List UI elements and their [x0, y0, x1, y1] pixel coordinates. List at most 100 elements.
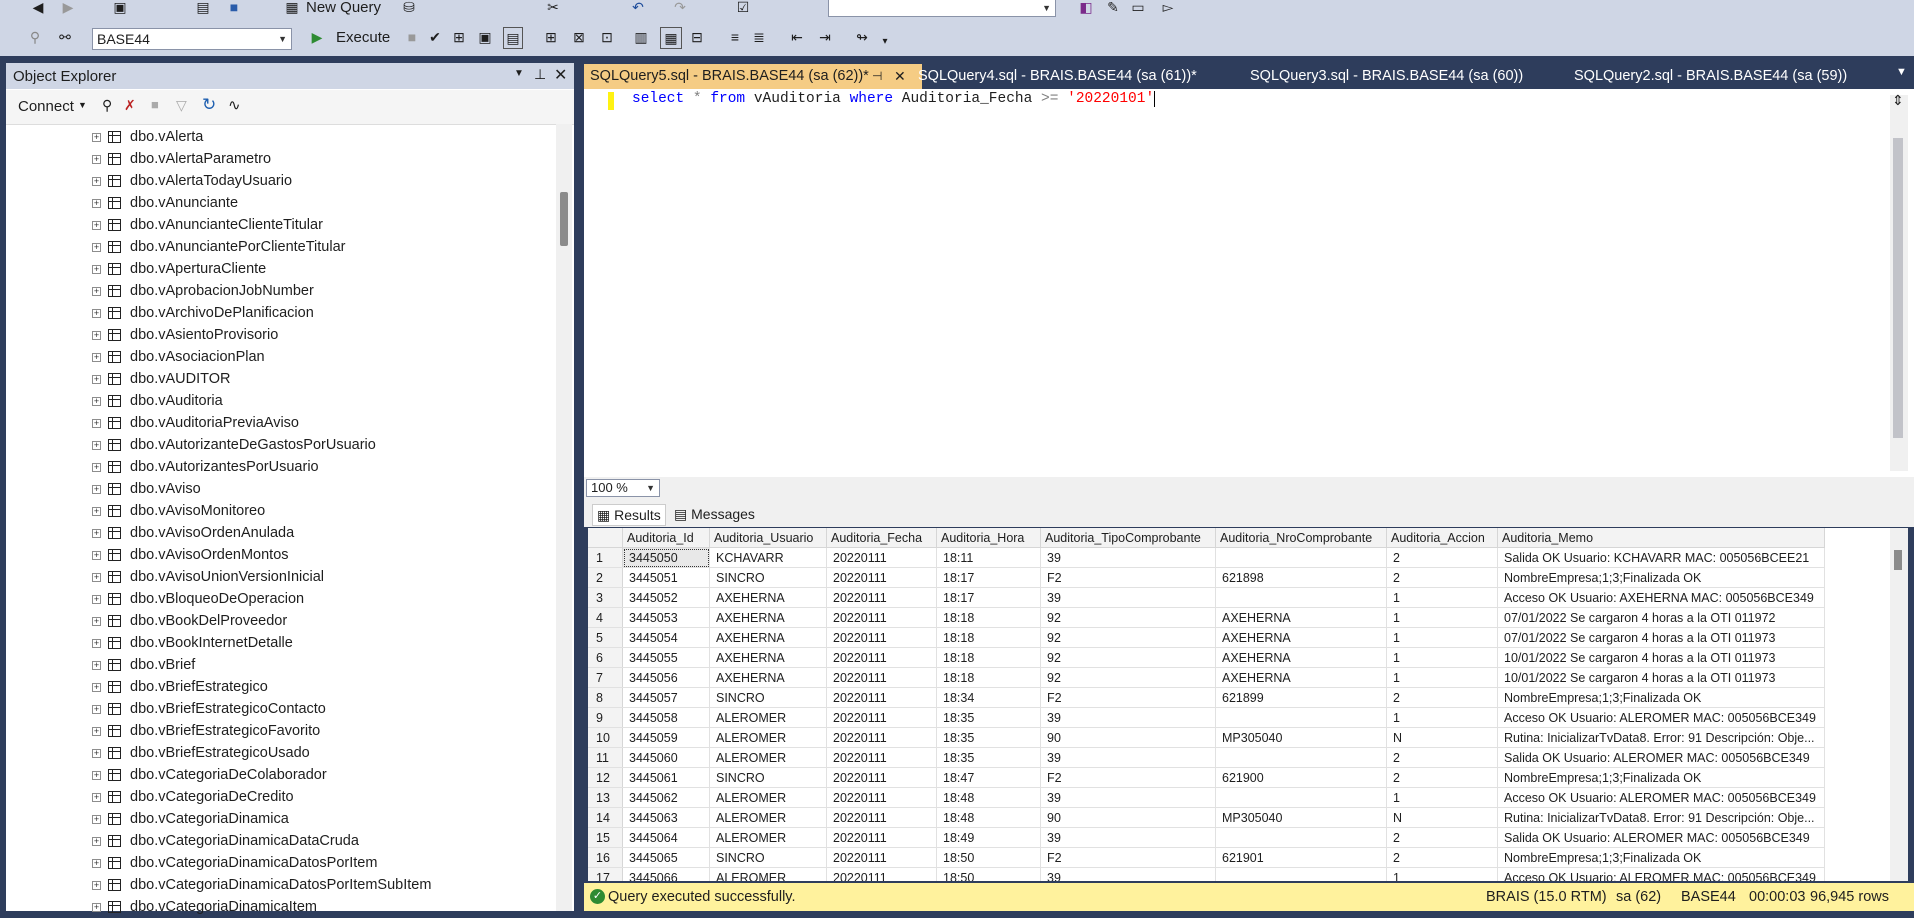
tree-item[interactable]: + dbo.vAuditoriaPreviaAviso: [92, 412, 299, 434]
tab-messages[interactable]: ▤ Messages: [670, 504, 759, 524]
expand-icon[interactable]: +: [92, 352, 101, 362]
query-editor[interactable]: [584, 89, 1914, 477]
table-cell[interactable]: AXEHERNA: [1215, 607, 1387, 628]
table-cell[interactable]: 90: [1040, 807, 1216, 828]
tab-sqlquery5[interactable]: SQLQuery5.sql - BRAIS.BASE44 (sa (62))* …: [584, 64, 922, 89]
toolbox-icon[interactable]: ▭: [1130, 0, 1146, 15]
expand-icon[interactable]: +: [92, 330, 101, 340]
table-cell[interactable]: 3445062: [622, 787, 710, 808]
tree-item[interactable]: + dbo.vAnunciantePorClienteTitular: [92, 236, 345, 258]
expand-icon[interactable]: +: [92, 902, 101, 912]
connect-icon[interactable]: ⚲: [28, 29, 42, 45]
tab-overflow-icon[interactable]: ▼: [1896, 66, 1907, 78]
tree-item[interactable]: + dbo.vAsientoProvisorio: [92, 324, 278, 346]
table-cell[interactable]: F2: [1040, 847, 1216, 868]
database-selector[interactable]: BASE44 ▼: [92, 28, 292, 50]
connect-dropdown-icon[interactable]: ▼: [78, 100, 87, 110]
comment-icon[interactable]: ≡: [728, 29, 742, 45]
table-cell[interactable]: 39: [1040, 787, 1216, 808]
results-scroll-thumb[interactable]: [1894, 550, 1902, 570]
table-cell[interactable]: 18:35: [936, 747, 1041, 768]
expand-icon[interactable]: +: [92, 440, 101, 450]
tree-item[interactable]: + dbo.vCategoriaDinamicaItem: [92, 896, 317, 918]
table-cell[interactable]: 18:17: [936, 567, 1041, 588]
table-cell[interactable]: 18:18: [936, 667, 1041, 688]
new-project-icon[interactable]: ▣: [112, 0, 128, 15]
table-row[interactable]: 10 3445059 ALEROMER 20220111 18:35 90 MP305040…: [588, 727, 1825, 748]
table-cell[interactable]: 2: [1386, 747, 1498, 768]
table-row[interactable]: 15 3445064 ALEROMER 20220111 18:49 39 2 Salida …: [588, 827, 1825, 848]
expand-icon[interactable]: +: [92, 550, 101, 560]
new-query-icon[interactable]: ▦: [284, 0, 300, 15]
expand-icon[interactable]: +: [92, 704, 101, 714]
table-cell[interactable]: 3445058: [622, 707, 710, 728]
table-cell[interactable]: 2: [1386, 567, 1498, 588]
query-text[interactable]: select * from vAuditoria where Auditoria…: [632, 91, 1156, 107]
close-tab-icon[interactable]: ✕: [894, 64, 906, 89]
table-cell[interactable]: 18:35: [936, 707, 1041, 728]
stop-icon[interactable]: ■: [151, 97, 159, 112]
table-cell[interactable]: 18:48: [936, 787, 1041, 808]
tree-item[interactable]: + dbo.vAlerta: [92, 126, 203, 148]
expand-icon[interactable]: +: [92, 242, 101, 252]
table-cell[interactable]: N: [1386, 807, 1498, 828]
table-cell[interactable]: AXEHERNA: [709, 667, 827, 688]
zoom-selector[interactable]: 100 % ▼: [586, 479, 660, 497]
table-cell[interactable]: Rutina: InicializarTvData8. Error: 91 De…: [1497, 727, 1825, 748]
table-cell[interactable]: 10/01/2022 Se cargaron 4 horas a la OTI …: [1497, 647, 1825, 668]
table-cell[interactable]: AXEHERNA: [709, 607, 827, 628]
estimated-plan-icon[interactable]: ⊞: [452, 29, 466, 45]
table-cell[interactable]: ALEROMER: [709, 827, 827, 848]
table-cell[interactable]: Rutina: InicializarTvData8. Error: 91 De…: [1497, 807, 1825, 828]
table-cell[interactable]: ALEROMER: [709, 807, 827, 828]
table-row[interactable]: 16 3445065 SINCRO 20220111 18:50 F2 621901 2 Nom…: [588, 847, 1825, 868]
table-cell[interactable]: AXEHERNA: [1215, 627, 1387, 648]
expand-icon[interactable]: +: [92, 286, 101, 296]
expand-icon[interactable]: +: [92, 198, 101, 208]
tree-item[interactable]: + dbo.vCategoriaDinamica: [92, 808, 289, 830]
column-header[interactable]: Auditoria_Memo: [1497, 528, 1825, 548]
tree-item[interactable]: + dbo.vAlertaParametro: [92, 148, 271, 170]
table-cell[interactable]: 1: [1386, 607, 1498, 628]
table-row[interactable]: 14 3445063 ALEROMER 20220111 18:48 90 MP305040…: [588, 807, 1825, 828]
table-cell[interactable]: MP305040: [1215, 807, 1387, 828]
expand-icon[interactable]: +: [92, 264, 101, 274]
expand-icon[interactable]: +: [92, 638, 101, 648]
filter-icon[interactable]: ▽: [176, 97, 187, 114]
table-cell[interactable]: 18:47: [936, 767, 1041, 788]
pin-icon[interactable]: ⊥: [534, 66, 546, 83]
tree-item[interactable]: + dbo.vBloqueoDeOperacion: [92, 588, 304, 610]
expand-icon[interactable]: +: [92, 132, 101, 142]
table-cell[interactable]: [1215, 547, 1387, 568]
results-to-text-icon[interactable]: ▥: [634, 29, 648, 45]
include-plan-icon[interactable]: ⊞: [544, 29, 558, 45]
table-cell[interactable]: SINCRO: [709, 567, 827, 588]
table-cell[interactable]: 39: [1040, 547, 1216, 568]
uncomment-icon[interactable]: ≣: [752, 29, 766, 45]
table-cell[interactable]: ALEROMER: [709, 707, 827, 728]
table-cell[interactable]: 20220111: [826, 567, 937, 588]
table-cell[interactable]: 20220111: [826, 647, 937, 668]
table-row[interactable]: 12 3445061 SINCRO 20220111 18:47 F2 621900 2 Nom…: [588, 767, 1825, 788]
editor-scroll-thumb[interactable]: [1893, 138, 1903, 438]
wrench-icon[interactable]: ✎: [1105, 0, 1121, 15]
tree-item[interactable]: + dbo.vAnuncianteClienteTitular: [92, 214, 323, 236]
table-cell[interactable]: 10/01/2022 Se cargaron 4 horas a la OTI …: [1497, 667, 1825, 688]
table-cell[interactable]: ALEROMER: [709, 727, 827, 748]
table-cell[interactable]: Acceso OK Usuario: AXEHERNA MAC: 005056B…: [1497, 587, 1825, 608]
table-cell[interactable]: 18:49: [936, 827, 1041, 848]
table-cell[interactable]: 20220111: [826, 867, 937, 881]
tree-item[interactable]: + dbo.vBookInternetDetalle: [92, 632, 293, 654]
tree-item[interactable]: + dbo.vAvisoOrdenAnulada: [92, 522, 294, 544]
table-cell[interactable]: 39: [1040, 587, 1216, 608]
table-cell[interactable]: AXEHERNA: [709, 587, 827, 608]
column-header[interactable]: Auditoria_Id: [622, 528, 710, 548]
close-icon[interactable]: ✕: [554, 65, 567, 85]
table-cell[interactable]: 3445055: [622, 647, 710, 668]
table-cell[interactable]: 20220111: [826, 827, 937, 848]
table-row[interactable]: 7 3445056 AXEHERNA 20220111 18:18 92 AXEHERNA 1…: [588, 667, 1825, 688]
refresh-icon[interactable]: ↻: [202, 95, 216, 115]
table-cell[interactable]: 3445057: [622, 687, 710, 708]
expand-icon[interactable]: +: [92, 484, 101, 494]
table-cell[interactable]: 1: [1386, 707, 1498, 728]
